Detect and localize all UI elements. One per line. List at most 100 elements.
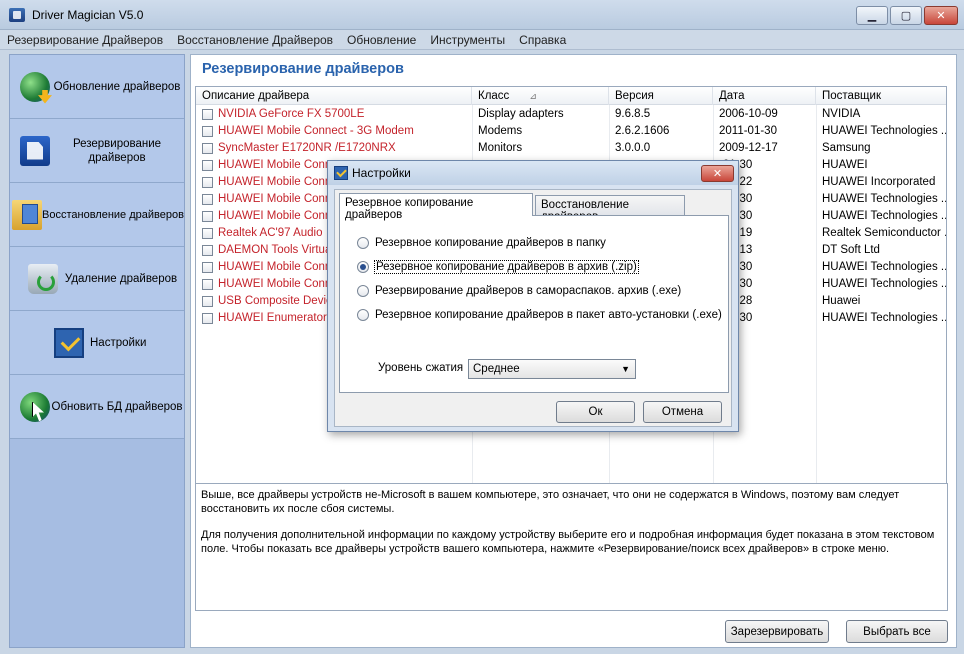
sidebar-item-update-drivers[interactable]: Обновление драйверов xyxy=(10,55,184,119)
menu-help[interactable]: Справка xyxy=(512,33,573,47)
table-row[interactable]: HUAWEI Mobile Connect - 3G Modem Modems 2.… xyxy=(196,123,947,140)
chevron-down-icon: ▼ xyxy=(621,364,630,374)
info-text: Выше, все драйверы устройств не-Microsof… xyxy=(201,489,900,515)
backup-button[interactable]: Зарезервировать xyxy=(725,620,829,643)
cell-class: Display adapters xyxy=(478,108,564,120)
cell-date: 2009-12-17 xyxy=(719,142,778,154)
column-header-label: Поставщик xyxy=(822,90,881,102)
sidebar: Обновление драйверов Резервирование драй… xyxy=(9,54,185,648)
sidebar-item-label: Обновление драйверов xyxy=(53,80,181,93)
column-header-label: Дата xyxy=(719,90,745,102)
column-header-label: Версия xyxy=(615,90,654,102)
sidebar-item-backup-drivers[interactable]: Резервирование драйверов xyxy=(10,119,184,183)
column-header-vendor[interactable]: Поставщик xyxy=(816,87,946,105)
table-header: Описание драйвера Класс ⊿ Версия Дата Пос… xyxy=(196,87,946,105)
cell-name: SyncMaster E1720NR /E1720NRX xyxy=(218,142,396,154)
option-label: Резервирование драйверов в самораспаков.… xyxy=(375,285,682,297)
compression-select[interactable]: Среднее ▼ xyxy=(468,359,636,379)
column-header-class[interactable]: Класс ⊿ xyxy=(472,87,609,105)
backup-icon xyxy=(20,135,50,166)
sidebar-item-delete-drivers[interactable]: Удаление драйверов xyxy=(10,247,184,311)
restore-icon xyxy=(12,199,42,230)
sidebar-item-settings[interactable]: Настройки xyxy=(10,311,184,375)
radio-button-selected[interactable] xyxy=(357,261,369,273)
cell-vendor: HUAWEI Technologies ... xyxy=(822,125,947,137)
option-backup-autoinstall[interactable]: Резервное копирование драйверов в пакет … xyxy=(357,307,722,323)
cell-vendor: Samsung xyxy=(822,142,871,154)
menu-backup-drivers[interactable]: Резервирование Драйверов xyxy=(0,33,170,47)
info-textbox[interactable]: Выше, все драйверы устройств не-Microsof… xyxy=(195,483,948,611)
table-row[interactable]: SyncMaster E1720NR /E1720NRX Monitors 3.0.… xyxy=(196,140,946,157)
cell-date: 2006-10-09 xyxy=(719,108,778,120)
sidebar-item-update-database[interactable]: Обновить БД драйверов xyxy=(10,375,184,439)
cell-vendor: HUAWEI xyxy=(822,159,868,171)
dialog-close-button[interactable]: ✕ xyxy=(701,165,734,182)
radio-button[interactable] xyxy=(357,285,369,297)
cancel-button[interactable]: Отмена xyxy=(643,401,722,423)
compression-value: Среднее xyxy=(473,363,520,375)
radio-button[interactable] xyxy=(357,237,369,249)
sidebar-item-label: Восстановление драйверов xyxy=(42,208,184,221)
tab-backup[interactable]: Резервное копирование драйверов xyxy=(339,193,533,221)
column-header-label: Класс xyxy=(478,90,510,102)
cell-vendor: HUAWEI Technologies ... xyxy=(822,193,947,205)
compression-label: Уровень сжатия xyxy=(378,362,464,374)
window-title: Driver Magician V5.0 xyxy=(32,8,144,22)
option-backup-sfx[interactable]: Резервирование драйверов в самораспаков.… xyxy=(357,283,681,299)
dialog-title: Настройки xyxy=(352,166,411,180)
select-all-button[interactable]: Выбрать все xyxy=(846,620,948,643)
tab-panel-backup: Резервное копирование драйверов в папку … xyxy=(339,215,729,393)
tab-restore[interactable]: Восстановление драйверов xyxy=(535,195,685,223)
sidebar-item-label: Резервирование драйверов xyxy=(72,137,162,164)
cell-vendor: HUAWEI Technologies ... xyxy=(822,261,947,273)
menu-bar: Резервирование Драйверов Восстановление … xyxy=(0,30,964,50)
info-text: Для получения дополнительной информации … xyxy=(201,529,935,555)
cell-vendor: Huawei xyxy=(822,295,861,307)
page-title: Резервирование драйверов xyxy=(202,61,404,77)
cell-name: NVIDIA GeForce FX 5700LE xyxy=(218,108,365,120)
column-header-date[interactable]: Дата xyxy=(713,87,816,105)
close-button[interactable]: ✕ xyxy=(924,6,958,25)
title-bar: Driver Magician V5.0 ▁ ▢ ✕ xyxy=(0,0,964,30)
option-backup-zip[interactable]: Резервное копирование драйверов в архив … xyxy=(357,259,639,275)
globe-update-icon xyxy=(20,71,50,102)
sidebar-item-label: Удаление драйверов xyxy=(64,272,178,285)
cell-name: HUAWEI Mobile Connect - 3G Modem xyxy=(218,125,414,137)
maximize-button[interactable]: ▢ xyxy=(890,6,922,25)
cell-version: 3.0.0.0 xyxy=(615,142,651,154)
update-database-icon xyxy=(20,391,50,422)
radio-button[interactable] xyxy=(357,309,369,321)
cell-class: Monitors xyxy=(478,142,523,154)
cell-vendor: Realtek Semiconductor ... xyxy=(822,227,947,239)
column-header-version[interactable]: Версия xyxy=(609,87,713,105)
cell-vendor: HUAWEI Incorporated xyxy=(822,176,936,188)
column-header-description[interactable]: Описание драйвера xyxy=(196,87,472,105)
dialog-title-bar: Настройки ✕ xyxy=(328,161,738,185)
cell-version: 9.6.8.5 xyxy=(615,108,651,120)
settings-icon xyxy=(54,327,84,358)
option-label: Резервное копирование драйверов в пакет … xyxy=(375,309,722,321)
cell-version: 2.6.2.1606 xyxy=(615,125,670,137)
app-icon xyxy=(9,8,25,22)
menu-tools[interactable]: Инструменты xyxy=(423,33,512,47)
sidebar-item-label: Обновить БД драйверов xyxy=(51,400,183,413)
cell-class: Modems xyxy=(478,125,523,137)
sort-ascending-icon: ⊿ xyxy=(529,91,537,101)
minimize-button[interactable]: ▁ xyxy=(856,6,888,25)
option-label: Резервное копирование драйверов в папку xyxy=(375,237,606,249)
settings-icon xyxy=(334,166,348,180)
ok-button[interactable]: Ок xyxy=(556,401,635,423)
sidebar-item-label: Настройки xyxy=(90,336,147,349)
menu-update[interactable]: Обновление xyxy=(340,33,423,47)
menu-restore-drivers[interactable]: Восстановление Драйверов xyxy=(170,33,340,47)
option-backup-folder[interactable]: Резервное копирование драйверов в папку xyxy=(357,235,606,251)
cell-date: 2011-01-30 xyxy=(719,125,777,137)
settings-dialog: Настройки ✕ Резервное копирование драйве… xyxy=(327,160,739,432)
option-label: Резервное копирование драйверов в архив … xyxy=(374,260,639,274)
table-row[interactable]: NVIDIA GeForce FX 5700LE Display adapters… xyxy=(196,106,946,123)
column-header-label: Описание драйвера xyxy=(202,90,310,102)
cell-vendor: NVIDIA xyxy=(822,108,861,120)
sidebar-item-restore-drivers[interactable]: Восстановление драйверов xyxy=(10,183,184,247)
recycle-bin-icon xyxy=(28,263,58,294)
cell-vendor: HUAWEI Technologies ... xyxy=(822,278,947,290)
